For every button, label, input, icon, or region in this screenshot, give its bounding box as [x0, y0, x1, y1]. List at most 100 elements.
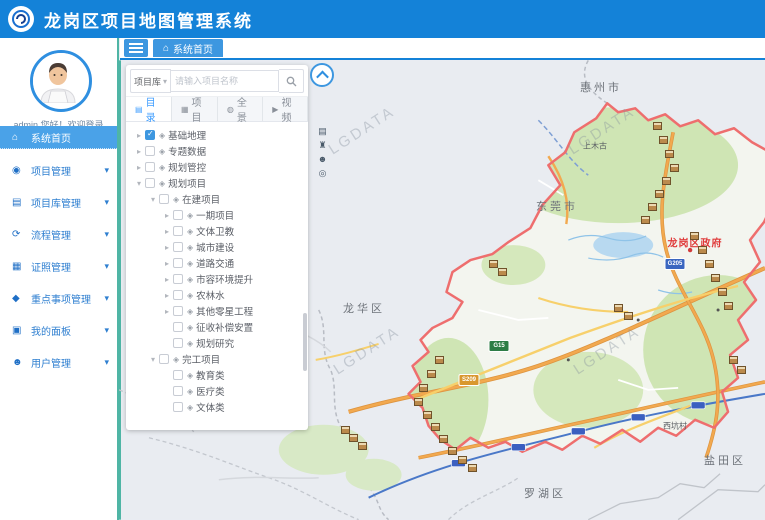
tree-node[interactable]: ▸◈其他零星工程 — [126, 303, 308, 319]
hamburger-menu-icon[interactable] — [124, 39, 148, 57]
panel-tab-catalog[interactable]: ▤目录 — [126, 97, 172, 121]
photo-marker[interactable] — [468, 464, 477, 472]
tree-checkbox[interactable] — [145, 130, 155, 140]
photo-marker[interactable] — [737, 366, 746, 374]
tree-checkbox[interactable] — [145, 162, 155, 172]
photo-marker[interactable] — [653, 122, 662, 130]
info-icon[interactable]: ◎ — [317, 168, 328, 179]
tree-node[interactable]: ▸◈城市建设 — [126, 239, 308, 255]
photo-marker[interactable] — [670, 164, 679, 172]
sidebar-item-project-lib[interactable]: ▤项目库管理▾ — [0, 191, 117, 213]
sidebar-item-key-matters[interactable]: ◆重点事项管理▾ — [0, 287, 117, 309]
photo-marker[interactable] — [698, 246, 707, 254]
tree-expand-icon[interactable]: ▾ — [148, 195, 158, 204]
photo-marker[interactable] — [419, 384, 428, 392]
tree-expand-icon[interactable]: ▸ — [162, 211, 172, 220]
tree-checkbox[interactable] — [173, 258, 183, 268]
tree-node[interactable]: ▸◈文体卫教 — [126, 223, 308, 239]
tree-expand-icon[interactable]: ▸ — [162, 275, 172, 284]
photo-marker[interactable] — [662, 177, 671, 185]
panel-tab-panorama[interactable]: ◍全景 — [218, 97, 263, 121]
photo-marker[interactable] — [718, 288, 727, 296]
tree-node[interactable]: ◈医疗类 — [126, 383, 308, 399]
photo-marker[interactable] — [341, 426, 350, 434]
tree-node[interactable]: ◈征收补偿安置 — [126, 319, 308, 335]
sidebar-item-project[interactable]: ◉项目管理▾ — [0, 159, 117, 181]
photo-marker[interactable] — [349, 434, 358, 442]
panel-collapse-button[interactable] — [310, 63, 334, 87]
sidebar-item-my-panel[interactable]: ▣我的面板▾ — [0, 319, 117, 341]
photo-marker[interactable] — [659, 136, 668, 144]
tree-checkbox[interactable] — [173, 402, 183, 412]
tree-checkbox[interactable] — [145, 178, 155, 188]
panel-tab-project[interactable]: ▦项目 — [172, 97, 218, 121]
tree-node[interactable]: ▸◈专题数据 — [126, 143, 308, 159]
photo-marker[interactable] — [498, 268, 507, 276]
tree-expand-icon[interactable]: ▸ — [162, 243, 172, 252]
tree-checkbox[interactable] — [173, 274, 183, 284]
photo-marker[interactable] — [724, 302, 733, 310]
tree-checkbox[interactable] — [173, 210, 183, 220]
photo-marker[interactable] — [641, 216, 650, 224]
photo-marker[interactable] — [614, 304, 623, 312]
tree-node[interactable]: ◈教育类 — [126, 367, 308, 383]
tree-checkbox[interactable] — [145, 146, 155, 156]
tree-node[interactable]: ▸◈规划管控 — [126, 159, 308, 175]
tree-checkbox[interactable] — [173, 242, 183, 252]
tree-expand-icon[interactable]: ▾ — [134, 179, 144, 188]
basemap-icon[interactable]: ▤ — [317, 126, 328, 137]
tree-checkbox[interactable] — [173, 386, 183, 396]
photo-marker[interactable] — [624, 312, 633, 320]
tree-scrollbar[interactable] — [303, 313, 307, 371]
tree-checkbox[interactable] — [173, 338, 183, 348]
photo-marker[interactable] — [414, 398, 423, 406]
tree-expand-icon[interactable]: ▸ — [162, 291, 172, 300]
tree-checkbox[interactable] — [173, 306, 183, 316]
sidebar-item-user[interactable]: ☻用户管理▾ — [0, 351, 117, 373]
photo-marker[interactable] — [358, 442, 367, 450]
tree-checkbox[interactable] — [173, 322, 183, 332]
avatar[interactable] — [30, 50, 92, 112]
tree-expand-icon[interactable]: ▸ — [162, 307, 172, 316]
photo-marker[interactable] — [435, 356, 444, 364]
tree-node[interactable]: ▸◈市容环境提升 — [126, 271, 308, 287]
tree-node[interactable]: ◈规划研究 — [126, 335, 308, 351]
people-icon[interactable]: ☻ — [317, 154, 328, 165]
tree-expand-icon[interactable]: ▾ — [148, 355, 158, 364]
search-category-select[interactable]: 项目库 ▾ — [130, 69, 171, 93]
tree-expand-icon[interactable]: ▸ — [134, 131, 144, 140]
tree-checkbox[interactable] — [173, 290, 183, 300]
tree-expand-icon[interactable]: ▸ — [134, 147, 144, 156]
tree-node[interactable]: ◈文体类 — [126, 399, 308, 415]
photo-marker[interactable] — [458, 456, 467, 464]
photo-marker[interactable] — [427, 370, 436, 378]
photo-marker[interactable] — [423, 411, 432, 419]
tree-expand-icon[interactable]: ▸ — [162, 259, 172, 268]
photo-marker[interactable] — [711, 274, 720, 282]
photo-marker[interactable] — [648, 203, 657, 211]
tree-node[interactable]: ▾◈在建项目 — [126, 191, 308, 207]
sidebar-item-system-home[interactable]: ⌂系统首页 — [0, 126, 117, 149]
building-icon[interactable]: ♜ — [317, 140, 328, 151]
photo-marker[interactable] — [489, 260, 498, 268]
tree-node[interactable]: ▾◈规划项目 — [126, 175, 308, 191]
photo-marker[interactable] — [665, 150, 674, 158]
tree-node[interactable]: ▸◈道路交通 — [126, 255, 308, 271]
sidebar-item-certificate[interactable]: ▦证照管理▾ — [0, 255, 117, 277]
photo-marker[interactable] — [655, 190, 664, 198]
panel-tab-video[interactable]: ▶视频 — [263, 97, 308, 121]
tree-node[interactable]: ▾◈完工项目 — [126, 351, 308, 367]
search-input[interactable] — [171, 70, 279, 92]
tree-checkbox[interactable] — [173, 226, 183, 236]
photo-marker[interactable] — [729, 356, 738, 364]
photo-marker[interactable] — [439, 435, 448, 443]
search-button[interactable] — [279, 69, 304, 93]
tree-node[interactable]: ▸◈农林水 — [126, 287, 308, 303]
photo-marker[interactable] — [705, 260, 714, 268]
tab-system-home[interactable]: ⌂ 系统首页 — [153, 39, 223, 57]
photo-marker[interactable] — [448, 447, 457, 455]
tree-checkbox[interactable] — [173, 370, 183, 380]
tree-node[interactable]: ▸◈基础地理 — [126, 127, 308, 143]
tree-node[interactable]: ▸◈一期项目 — [126, 207, 308, 223]
tree-expand-icon[interactable]: ▸ — [162, 227, 172, 236]
